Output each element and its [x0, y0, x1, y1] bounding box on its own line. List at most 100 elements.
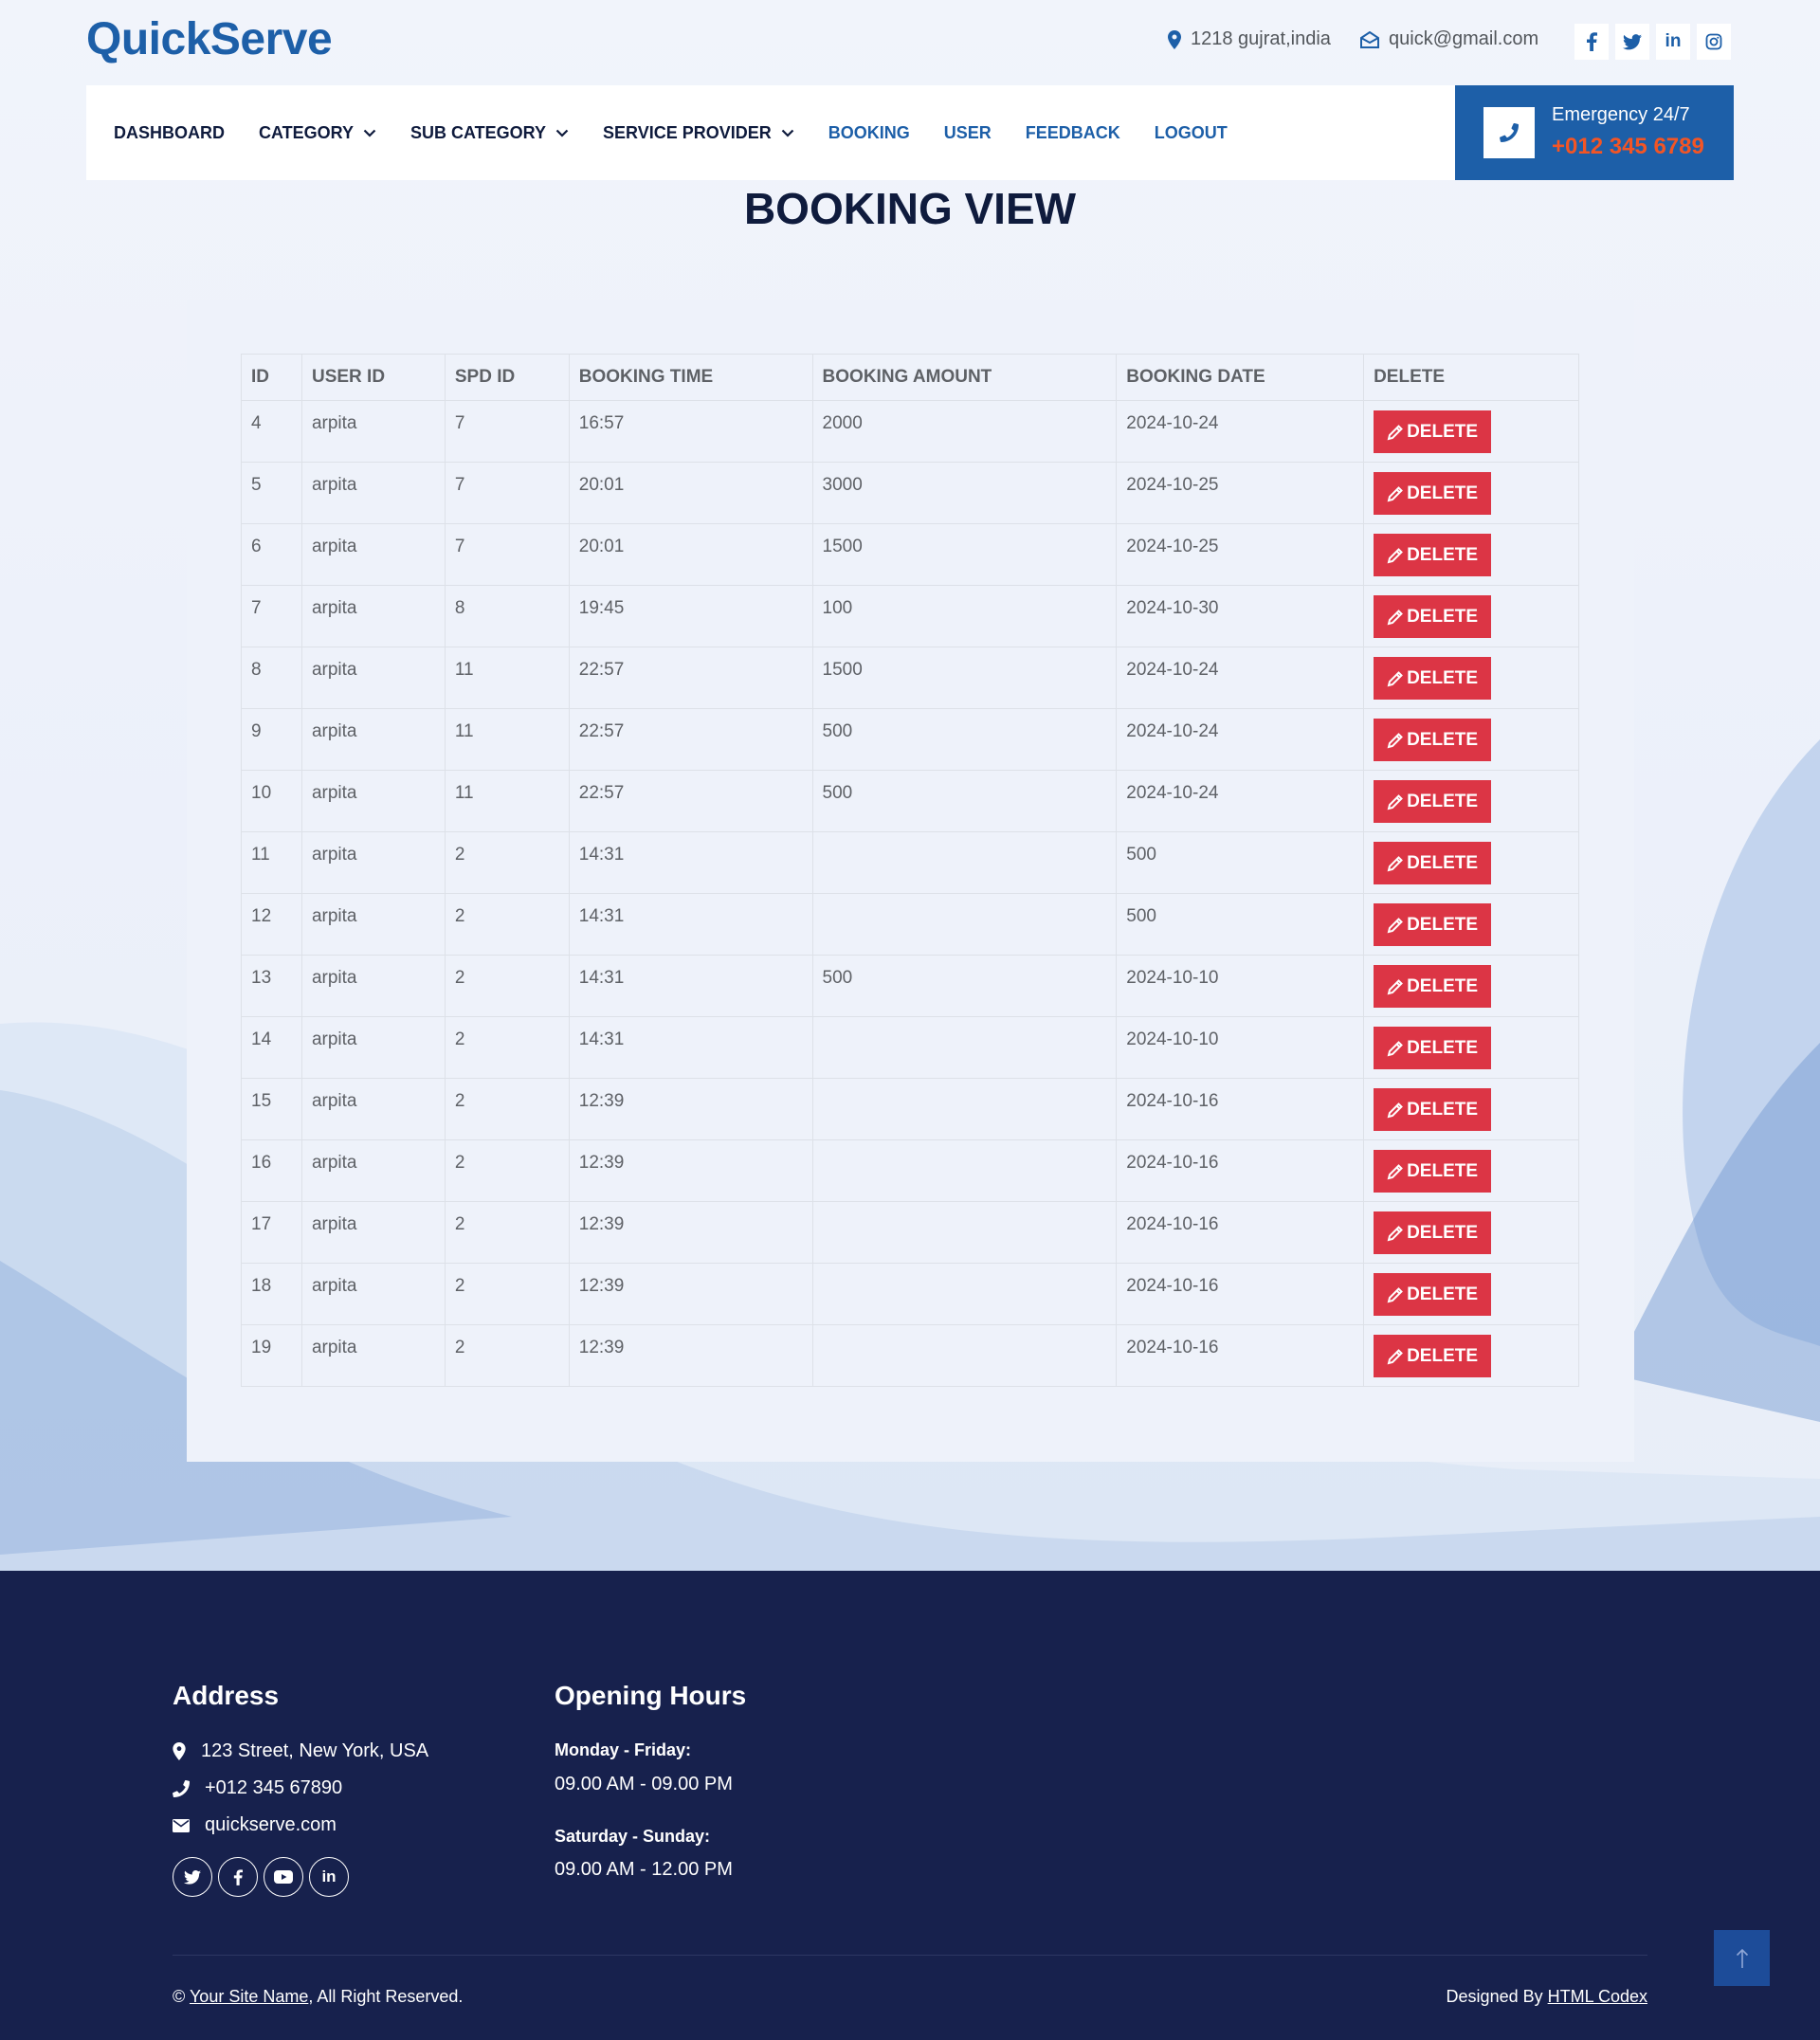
- delete-button-label: DELETE: [1407, 1284, 1479, 1304]
- cell-booking-time: 22:57: [568, 708, 813, 771]
- table-row: 8 arpita 11 22:57 1500 2024-10-24 DELETE: [241, 647, 1579, 709]
- linkedin-icon[interactable]: in: [1656, 24, 1690, 60]
- table-row: 9 arpita 11 22:57 500 2024-10-24 DELETE: [241, 708, 1579, 771]
- delete-button-label: DELETE: [1407, 975, 1479, 996]
- cell-spd-id: 2: [444, 1016, 570, 1079]
- cell-booking-amount: 100: [811, 585, 1118, 647]
- cell-booking-time: 12:39: [568, 1263, 813, 1325]
- cell-booking-amount: 2000: [811, 400, 1118, 463]
- cell-delete: DELETE: [1363, 462, 1579, 524]
- delete-button[interactable]: DELETE: [1374, 1150, 1492, 1193]
- footer-designed-by: Designed By HTML Codex: [1447, 1987, 1647, 2007]
- delete-button[interactable]: DELETE: [1374, 534, 1492, 576]
- nav-logout[interactable]: LOGOUT: [1155, 123, 1228, 143]
- cell-booking-time: 14:31: [568, 1016, 813, 1079]
- delete-button[interactable]: DELETE: [1374, 842, 1492, 884]
- table-row: 5 arpita 7 20:01 3000 2024-10-25 DELETE: [241, 462, 1579, 524]
- delete-button[interactable]: DELETE: [1374, 410, 1492, 453]
- nav-user[interactable]: USER: [944, 123, 992, 143]
- table-row: 17 arpita 2 12:39 2024-10-16 DELETE: [241, 1201, 1579, 1264]
- cell-booking-date: 2024-10-25: [1116, 523, 1365, 586]
- delete-button[interactable]: DELETE: [1374, 1211, 1492, 1254]
- main-nav: DASHBOARD CATEGORY SUB CATEGORY SERVICE …: [86, 85, 1455, 180]
- table-row: 11 arpita 2 14:31 500 DELETE: [241, 831, 1579, 894]
- cell-spd-id: 7: [444, 462, 570, 524]
- footer-website: quickserve.com: [173, 1814, 337, 1836]
- nav-booking[interactable]: BOOKING: [828, 123, 910, 143]
- footer-copyright: © Your Site Name, All Right Reserved.: [173, 1987, 463, 2007]
- cell-booking-time: 12:39: [568, 1201, 813, 1264]
- nav-dashboard[interactable]: DASHBOARD: [114, 123, 225, 143]
- twitter-icon[interactable]: [173, 1857, 212, 1897]
- table-row: 4 arpita 7 16:57 2000 2024-10-24 DELETE: [241, 400, 1579, 463]
- column-header: DELETE: [1363, 354, 1579, 401]
- table-row: 14 arpita 2 14:31 2024-10-10 DELETE: [241, 1016, 1579, 1079]
- delete-button[interactable]: DELETE: [1374, 1088, 1492, 1131]
- cell-id: 8: [241, 647, 302, 709]
- phone-icon: [1483, 107, 1535, 158]
- column-header: BOOKING DATE: [1116, 354, 1365, 401]
- back-to-top-button[interactable]: [1714, 1930, 1770, 1986]
- cell-delete: DELETE: [1363, 523, 1579, 586]
- cell-booking-time: 16:57: [568, 400, 813, 463]
- pencil-icon: [1387, 1163, 1403, 1179]
- footer-weekend-label: Saturday - Sunday:: [555, 1827, 711, 1846]
- cell-user-id: arpita: [300, 708, 446, 771]
- delete-button-label: DELETE: [1407, 914, 1479, 935]
- footer-social-links: in: [173, 1857, 349, 1897]
- linkedin-icon[interactable]: in: [309, 1857, 349, 1897]
- footer-weekday-hours: 09.00 AM - 09.00 PM: [555, 1774, 733, 1794]
- header-address: 1218 gujrat,india: [1168, 28, 1331, 50]
- delete-button[interactable]: DELETE: [1374, 657, 1492, 700]
- emergency-contact[interactable]: Emergency 24/7 +012 345 6789: [1455, 85, 1734, 180]
- header-address-text: 1218 gujrat,india: [1191, 28, 1331, 49]
- cell-booking-time: 20:01: [568, 523, 813, 586]
- delete-button[interactable]: DELETE: [1374, 1027, 1492, 1069]
- delete-button[interactable]: DELETE: [1374, 965, 1492, 1008]
- table-row: 18 arpita 2 12:39 2024-10-16 DELETE: [241, 1263, 1579, 1325]
- cell-booking-date: 2024-10-16: [1116, 1139, 1365, 1202]
- instagram-icon[interactable]: [1697, 24, 1731, 60]
- nav-service-provider[interactable]: SERVICE PROVIDER: [603, 123, 794, 143]
- nav-logout-label: LOGOUT: [1154, 122, 1228, 142]
- delete-button[interactable]: DELETE: [1374, 595, 1492, 638]
- nav-sub-category[interactable]: SUB CATEGORY: [410, 123, 569, 143]
- cell-spd-id: 2: [444, 955, 570, 1017]
- phone-icon: [173, 1779, 190, 1797]
- cell-booking-amount: [811, 1263, 1118, 1325]
- cell-delete: DELETE: [1363, 1201, 1579, 1264]
- brand-logo[interactable]: QuickServe: [86, 13, 333, 65]
- pencil-icon: [1387, 424, 1403, 440]
- nav-feedback[interactable]: FEEDBACK: [1026, 123, 1120, 143]
- cell-booking-time: 20:01: [568, 462, 813, 524]
- nav-category[interactable]: CATEGORY: [259, 123, 376, 143]
- site-name-link[interactable]: Your Site Name: [190, 1987, 308, 2006]
- cell-user-id: arpita: [300, 1263, 446, 1325]
- cell-delete: DELETE: [1363, 831, 1579, 894]
- cell-delete: DELETE: [1363, 400, 1579, 463]
- facebook-icon[interactable]: [218, 1857, 258, 1897]
- facebook-icon[interactable]: [1574, 24, 1609, 60]
- youtube-icon[interactable]: [264, 1857, 303, 1897]
- twitter-icon[interactable]: [1615, 24, 1649, 60]
- cell-booking-time: 19:45: [568, 585, 813, 647]
- header-email-text: quick@gmail.com: [1389, 28, 1539, 49]
- envelope-icon: [1360, 30, 1379, 48]
- cell-booking-amount: 3000: [811, 462, 1118, 524]
- cell-spd-id: 8: [444, 585, 570, 647]
- cell-booking-date: 2024-10-24: [1116, 647, 1365, 709]
- delete-button[interactable]: DELETE: [1374, 903, 1492, 946]
- pencil-icon: [1387, 485, 1403, 501]
- cell-booking-date: 2024-10-24: [1116, 708, 1365, 771]
- delete-button[interactable]: DELETE: [1374, 719, 1492, 761]
- cell-spd-id: 11: [444, 647, 570, 709]
- designer-link[interactable]: HTML Codex: [1548, 1987, 1647, 2006]
- delete-button[interactable]: DELETE: [1374, 472, 1492, 515]
- arrow-up-icon: [1736, 1948, 1748, 1968]
- delete-button[interactable]: DELETE: [1374, 780, 1492, 823]
- map-pin-icon: [1168, 29, 1181, 49]
- page-title: BOOKING VIEW: [743, 184, 1077, 233]
- delete-button[interactable]: DELETE: [1374, 1273, 1492, 1316]
- table-row: 7 arpita 8 19:45 100 2024-10-30 DELETE: [241, 585, 1579, 647]
- delete-button[interactable]: DELETE: [1374, 1335, 1492, 1377]
